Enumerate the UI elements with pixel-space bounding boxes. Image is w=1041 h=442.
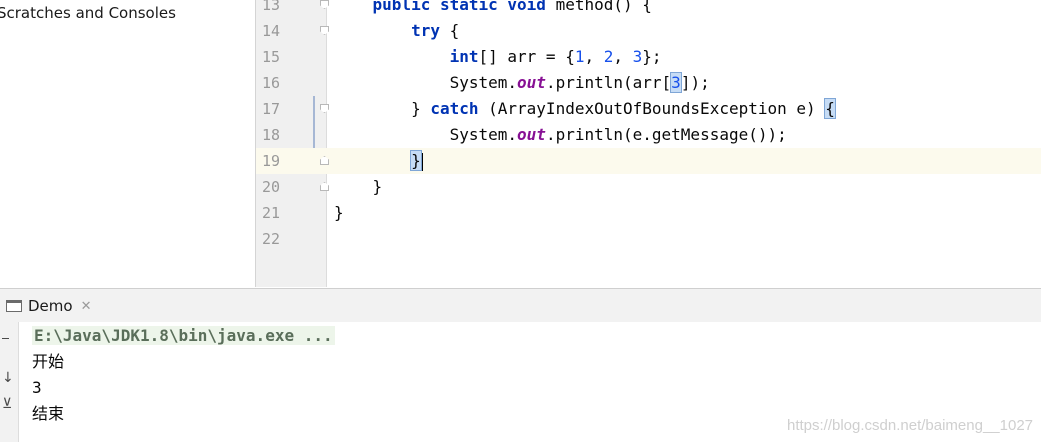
line-number[interactable]: 18 — [256, 122, 280, 148]
code-text: } — [334, 174, 383, 200]
line-number[interactable]: 13 — [256, 0, 280, 18]
code-line[interactable]: 13 public static void method() { — [256, 0, 1041, 18]
run-toolbar: ⎯ ↓ ⊻ — [0, 322, 19, 442]
line-number[interactable]: 14 — [256, 18, 280, 44]
code-token: public — [372, 0, 431, 14]
code-text: } catch (ArrayIndexOutOfBoundsException … — [334, 96, 836, 122]
fold-toggle-icon[interactable] — [320, 0, 329, 9]
console-output-line: 开始 — [32, 349, 64, 375]
code-token: 3 — [670, 72, 682, 93]
code-token: ]); — [680, 73, 710, 92]
code-line[interactable]: 18 System.out.println(e.getMessage()); — [256, 122, 1041, 148]
code-token: } — [334, 99, 431, 118]
line-number[interactable]: 15 — [256, 44, 280, 70]
ide-window: Scratches and Consoles 13 public static … — [0, 0, 1041, 442]
code-token: catch — [430, 99, 479, 118]
code-line[interactable]: 20 } — [256, 174, 1041, 200]
text-caret — [420, 152, 423, 171]
code-token: , — [613, 47, 633, 66]
close-icon[interactable]: ✕ — [81, 299, 92, 314]
code-token: { — [824, 98, 836, 119]
code-token: , — [584, 47, 604, 66]
console-text: E:\Java\JDK1.8\bin\java.exe ... — [32, 326, 335, 345]
console-text: 3 — [32, 378, 42, 397]
code-line[interactable]: 21} — [256, 200, 1041, 226]
line-number[interactable]: 21 — [256, 200, 280, 226]
run-tab-label: Demo — [28, 297, 73, 315]
code-token: out — [517, 125, 546, 144]
scroll-end-icon[interactable]: ↓ — [2, 370, 14, 386]
console-output-line: 3 — [32, 375, 42, 401]
code-line[interactable]: 19 } — [256, 148, 1041, 174]
console-icon — [6, 300, 22, 312]
code-token: method() { — [545, 0, 652, 14]
code-token: out — [517, 73, 546, 92]
scroll-up-icon[interactable]: ⊻ — [2, 396, 14, 412]
code-token: }; — [642, 47, 662, 66]
code-token: .println(e.getMessage()); — [545, 125, 787, 144]
code-text: System.out.println(arr[3]); — [334, 70, 710, 96]
console-command-line: E:\Java\JDK1.8\bin\java.exe ... — [32, 323, 335, 349]
fold-toggle-icon[interactable] — [320, 156, 329, 165]
code-text: System.out.println(e.getMessage()); — [334, 122, 787, 148]
code-token: static — [439, 0, 498, 14]
code-token: } — [334, 203, 344, 222]
watermark: https://blog.csdn.net/baimeng__1027 — [786, 417, 1033, 434]
code-line[interactable]: 17 } catch (ArrayIndexOutOfBoundsExcepti… — [256, 96, 1041, 122]
run-tool-header: Demo ✕ — [0, 288, 1041, 322]
code-text: } — [334, 200, 344, 226]
fold-toggle-icon[interactable] — [320, 26, 329, 35]
code-token: (ArrayIndexOutOfBoundsException e) — [478, 99, 826, 118]
code-token: int — [449, 47, 479, 66]
code-token: } — [410, 150, 422, 171]
change-marker — [313, 122, 315, 148]
change-marker — [313, 96, 315, 122]
code-line[interactable]: 22 — [256, 226, 1041, 252]
code-editor[interactable]: 13 public static void method() {14 try {… — [256, 0, 1041, 287]
code-line[interactable]: 16 System.out.println(arr[3]); — [256, 70, 1041, 96]
line-number[interactable]: 22 — [256, 226, 280, 252]
line-number[interactable]: 17 — [256, 96, 280, 122]
code-token: System. — [334, 73, 518, 92]
code-token: 3 — [632, 47, 643, 66]
code-token: 2 — [603, 47, 614, 66]
console-text: 开始 — [32, 352, 65, 371]
code-token: { — [439, 21, 460, 40]
code-line[interactable]: 15 int[] arr = {1, 2, 3}; — [256, 44, 1041, 70]
line-number[interactable]: 16 — [256, 70, 280, 96]
code-text: public static void method() { — [334, 0, 652, 18]
fold-toggle-icon[interactable] — [320, 104, 329, 113]
fold-toggle-icon[interactable] — [320, 182, 329, 191]
code-text: try { — [334, 18, 459, 44]
line-number[interactable]: 20 — [256, 174, 280, 200]
code-token: .println(arr[ — [545, 73, 672, 92]
code-token: [] arr = { — [478, 47, 575, 66]
wrap-icon[interactable]: ⎯ — [2, 330, 14, 346]
code-token: System. — [334, 125, 518, 144]
sidebar-item-scratches[interactable]: Scratches and Consoles — [0, 4, 176, 22]
project-sidebar: Scratches and Consoles — [0, 0, 256, 287]
run-tab-demo[interactable]: Demo ✕ — [6, 295, 91, 317]
code-token: } — [334, 177, 383, 196]
code-text: } — [334, 148, 423, 174]
console-output-line: 结束 — [32, 401, 64, 427]
code-line[interactable]: 14 try { — [256, 18, 1041, 44]
line-number[interactable]: 19 — [256, 148, 280, 174]
code-token: void — [507, 0, 546, 14]
code-token: try — [411, 21, 440, 40]
console-text: 结束 — [32, 404, 65, 423]
code-text: int[] arr = {1, 2, 3}; — [334, 44, 662, 70]
